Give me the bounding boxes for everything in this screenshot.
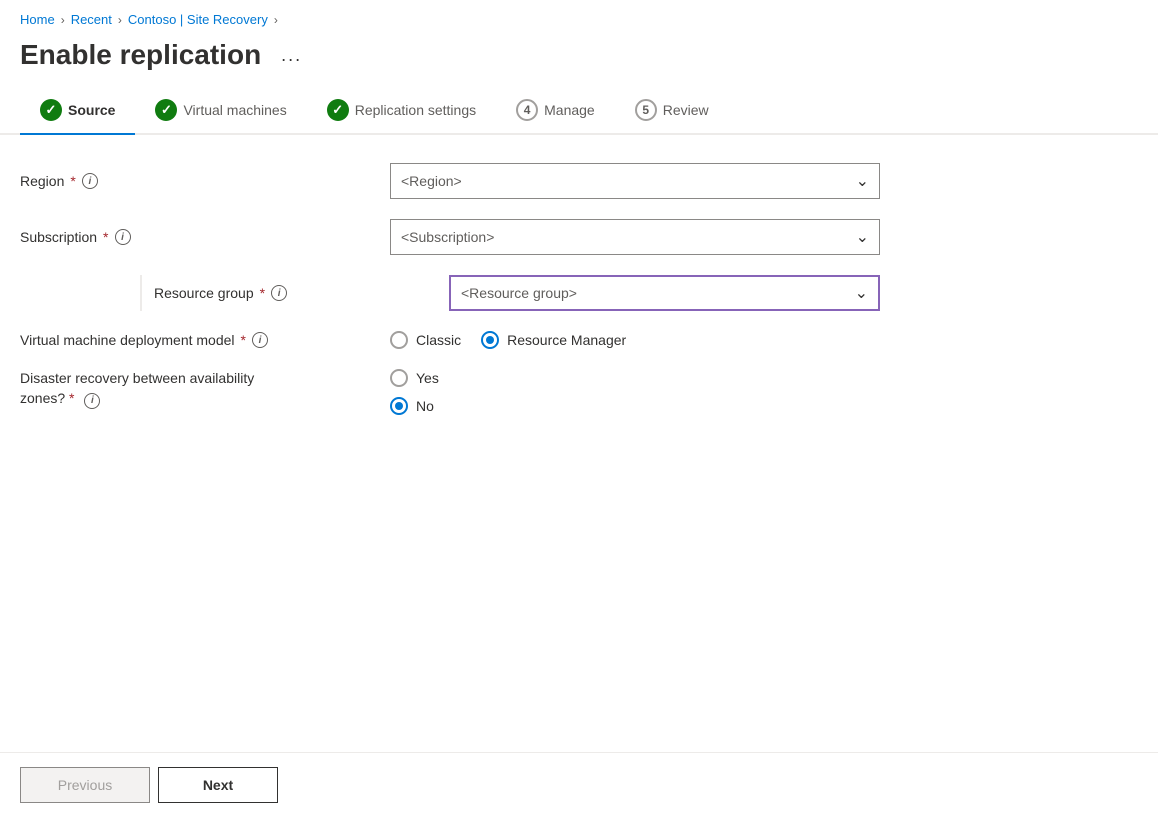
step-vm-label: Virtual machines [183, 102, 286, 118]
region-control: <Region> ⌄ [390, 163, 880, 199]
step-vm-checkmark: ✓ [161, 102, 172, 118]
step-manage-icon: 4 [516, 99, 538, 121]
step-rep-checkmark: ✓ [332, 102, 343, 118]
deployment-resource-manager-label: Resource Manager [507, 332, 626, 348]
disaster-recovery-line1: Disaster recovery between availability [20, 370, 254, 386]
step-review-icon: 5 [635, 99, 657, 121]
step-review[interactable]: 5 Review [615, 91, 729, 133]
subscription-label-text: Subscription [20, 229, 97, 245]
disaster-recovery-label-text: Disaster recovery between availability z… [20, 369, 390, 409]
form-area: Region * i <Region> ⌄ Subscription * i <… [0, 135, 900, 455]
disaster-recovery-yes-label: Yes [416, 370, 439, 386]
step-source[interactable]: ✓ Source [20, 91, 135, 135]
subscription-row: Subscription * i <Subscription> ⌄ [20, 219, 880, 255]
breadcrumb-home[interactable]: Home [20, 12, 55, 27]
step-rep-label: Replication settings [355, 102, 476, 118]
deployment-classic-option[interactable]: Classic [390, 331, 461, 349]
rg-control: <Resource group> ⌄ [449, 275, 880, 311]
deployment-model-row: Virtual machine deployment model * i Cla… [20, 331, 880, 349]
step-manage-number: 4 [524, 103, 531, 117]
region-select[interactable]: <Region> ⌄ [390, 163, 880, 199]
region-label: Region * i [20, 173, 390, 189]
disaster-recovery-no-option[interactable]: No [390, 397, 439, 415]
page-title: Enable replication [20, 39, 261, 71]
step-virtual-machines[interactable]: ✓ Virtual machines [135, 91, 306, 133]
deployment-model-required: * [241, 332, 246, 348]
step-source-label: Source [68, 102, 115, 118]
step-source-checkmark: ✓ [46, 102, 57, 118]
region-info-icon[interactable]: i [82, 173, 98, 189]
rg-chevron-icon: ⌄ [855, 283, 868, 303]
deployment-classic-radio[interactable] [390, 331, 408, 349]
disaster-recovery-info-icon[interactable]: i [84, 393, 100, 409]
resource-group-row: Resource group * i <Resource group> ⌄ [20, 275, 880, 311]
step-manage[interactable]: 4 Manage [496, 91, 615, 133]
region-placeholder: <Region> [401, 173, 462, 189]
next-button[interactable]: Next [158, 767, 278, 803]
step-replication-settings[interactable]: ✓ Replication settings [307, 91, 496, 133]
step-vm-icon: ✓ [155, 99, 177, 121]
deployment-resource-manager-option[interactable]: Resource Manager [481, 331, 626, 349]
step-review-label: Review [663, 102, 709, 118]
disaster-recovery-yes-option[interactable]: Yes [390, 369, 439, 387]
rg-info-icon[interactable]: i [271, 285, 287, 301]
page-header: Enable replication ... [0, 31, 1158, 91]
subscription-info-icon[interactable]: i [115, 229, 131, 245]
region-required: * [70, 173, 75, 189]
subscription-chevron-icon: ⌄ [856, 227, 869, 247]
rg-required: * [260, 285, 265, 301]
region-chevron-icon: ⌄ [856, 171, 869, 191]
rg-indent-line [140, 275, 142, 311]
subscription-select[interactable]: <Subscription> ⌄ [390, 219, 880, 255]
breadcrumb: Home › Recent › Contoso | Site Recovery … [0, 0, 1158, 31]
rg-placeholder: <Resource group> [461, 285, 577, 301]
region-label-text: Region [20, 173, 64, 189]
breadcrumb-sep-1: › [61, 13, 65, 27]
breadcrumb-site-recovery[interactable]: Contoso | Site Recovery [128, 12, 268, 27]
disaster-recovery-no-radio[interactable] [390, 397, 408, 415]
deployment-model-label: Virtual machine deployment model * i [20, 332, 390, 348]
disaster-recovery-required: * [69, 390, 74, 406]
subscription-required: * [103, 229, 108, 245]
rg-label: Resource group * i [154, 285, 449, 301]
previous-button[interactable]: Previous [20, 767, 150, 803]
subscription-control: <Subscription> ⌄ [390, 219, 880, 255]
deployment-model-label-text: Virtual machine deployment model [20, 332, 235, 348]
footer: Previous Next [0, 752, 1158, 817]
deployment-resource-manager-radio[interactable] [481, 331, 499, 349]
subscription-label: Subscription * i [20, 229, 390, 245]
rg-select[interactable]: <Resource group> ⌄ [449, 275, 880, 311]
ellipsis-button[interactable]: ... [273, 41, 310, 70]
disaster-recovery-row: Disaster recovery between availability z… [20, 369, 880, 415]
breadcrumb-sep-3: › [274, 13, 278, 27]
subscription-placeholder: <Subscription> [401, 229, 494, 245]
deployment-classic-label: Classic [416, 332, 461, 348]
step-rep-icon: ✓ [327, 99, 349, 121]
disaster-recovery-yes-radio[interactable] [390, 369, 408, 387]
step-review-number: 5 [642, 103, 649, 117]
wizard-steps: ✓ Source ✓ Virtual machines ✓ Replicatio… [0, 91, 1158, 135]
step-source-icon: ✓ [40, 99, 62, 121]
rg-label-text: Resource group [154, 285, 254, 301]
breadcrumb-sep-2: › [118, 13, 122, 27]
breadcrumb-recent[interactable]: Recent [71, 12, 112, 27]
disaster-recovery-line2: zones? * i [20, 390, 100, 406]
deployment-model-info-icon[interactable]: i [252, 332, 268, 348]
disaster-recovery-options: Yes No [390, 369, 439, 415]
step-manage-label: Manage [544, 102, 595, 118]
disaster-recovery-no-label: No [416, 398, 434, 414]
disaster-recovery-label: Disaster recovery between availability z… [20, 369, 390, 409]
region-row: Region * i <Region> ⌄ [20, 163, 880, 199]
deployment-model-options: Classic Resource Manager [390, 331, 880, 349]
